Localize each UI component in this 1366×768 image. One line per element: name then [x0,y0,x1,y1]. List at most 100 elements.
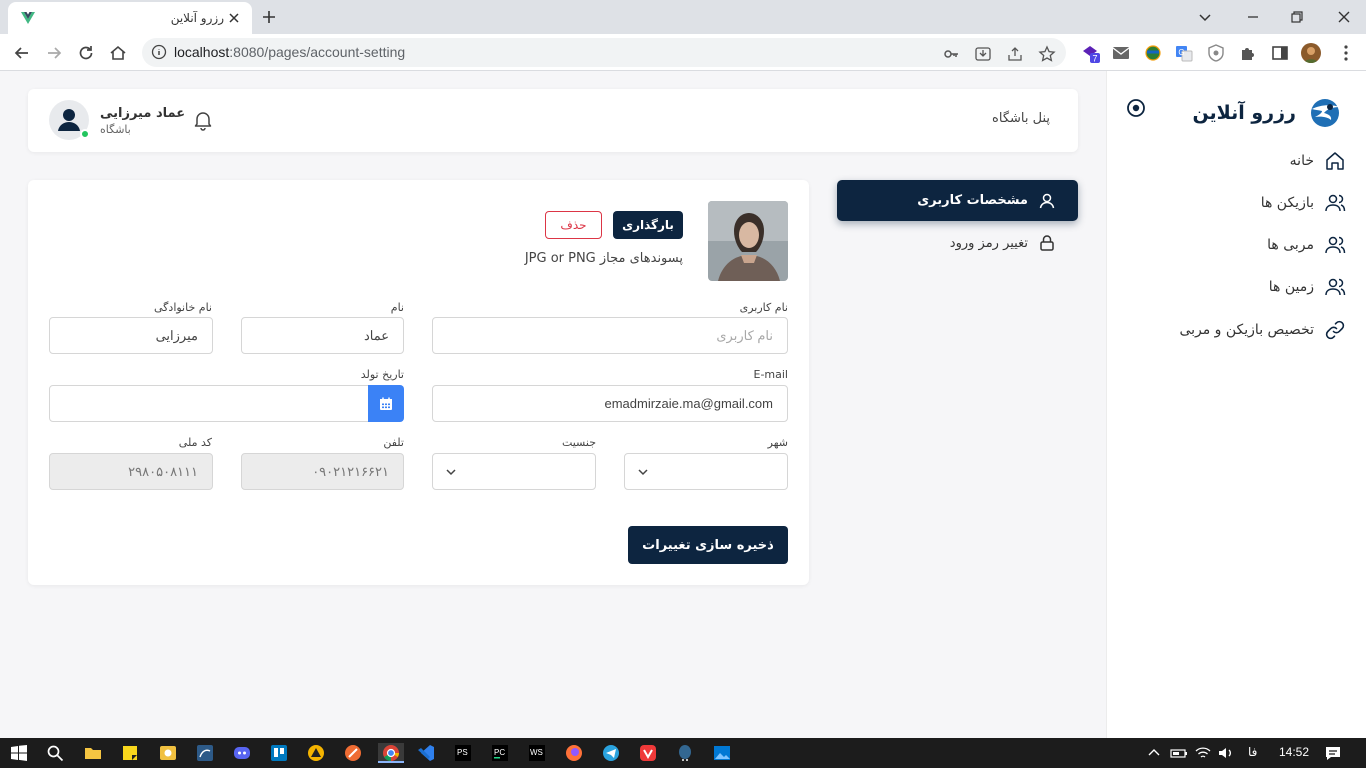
back-icon[interactable] [11,42,33,64]
city-select[interactable] [624,453,788,490]
key-icon[interactable] [942,45,960,63]
minimize-icon[interactable] [1242,6,1264,28]
trello-icon[interactable] [269,743,289,763]
calendar-button[interactable] [368,385,404,422]
warning-app-icon[interactable] [306,743,326,763]
profile-avatar-icon[interactable] [1301,43,1321,63]
home-browser-icon[interactable] [107,42,129,64]
phpstorm-icon[interactable]: PS [453,743,473,763]
share-icon[interactable] [1006,45,1024,63]
last-name-field[interactable]: میرزایی [49,317,213,354]
clock[interactable]: 14:52 [1272,745,1316,759]
restore-icon[interactable] [1286,6,1308,28]
menu-item-change-password[interactable]: تغییر رمز ورود [837,228,1078,258]
translate-icon[interactable]: G [1174,43,1194,63]
browser-tab-strip: رزرو آنلاین [0,0,1366,34]
url-text: localhost:8080/pages/account-setting [174,44,406,60]
brand-name: رزرو آنلاین [1192,102,1296,124]
media-player-icon[interactable] [158,743,178,763]
taskbar: PS PC WS فا 14:52 [0,738,1366,768]
bell-icon[interactable] [192,109,214,131]
vivaldi-icon[interactable] [638,743,658,763]
browser-menu-icon[interactable] [1336,43,1356,63]
browser-toolbar: localhost:8080/pages/account-setting 7 G [0,34,1366,71]
username-label: نام کاربری [739,301,788,314]
webstorm-icon[interactable]: WS [527,743,547,763]
photos-icon[interactable] [712,743,732,763]
username-field[interactable]: نام کاربری [432,317,788,354]
close-tab-icon[interactable] [226,10,242,26]
birth-date-field[interactable] [49,385,369,422]
postgres-icon[interactable] [675,743,695,763]
sidebar-item-home[interactable]: خانه [1290,146,1346,176]
globe-extension-icon[interactable] [1143,43,1163,63]
tab-search-icon[interactable] [1194,6,1216,28]
sidebar-item-coaches[interactable]: مربی ها [1267,230,1346,260]
chrome-icon[interactable] [378,743,404,763]
app-orange-icon[interactable] [343,743,363,763]
home-icon [1324,150,1346,172]
battery-icon[interactable] [1169,743,1189,763]
chevron-down-icon [637,466,649,478]
users-icon [1324,192,1346,214]
remove-photo-button[interactable]: حذف [545,211,602,239]
pycharm-icon[interactable]: PC [490,743,510,763]
account-form-card: بارگذاری حذف پسوندهای مجاز JPG or PNG نا… [28,180,809,585]
national-code-label: کد ملی [178,436,212,449]
sidebar-item-players[interactable]: بازیکن ها [1261,188,1346,218]
vue-favicon-icon [20,10,36,26]
sidebar-item-label: بازیکن ها [1260,195,1314,211]
telegram-icon[interactable] [601,743,621,763]
volume-icon[interactable] [1216,743,1236,763]
sidebar-item-assignment[interactable]: تخصیص بازیکن و مربی [1179,315,1346,345]
bookmark-star-icon[interactable] [1038,45,1056,63]
logo-icon [1308,97,1342,129]
gender-label: جنسیت [561,436,596,449]
site-info-icon[interactable] [151,44,167,60]
birth-date-label: تاریخ تولد [360,368,404,381]
side-panel-icon[interactable] [1270,43,1290,63]
chevron-down-icon [445,466,457,478]
sidebar-item-fields[interactable]: زمین ها [1269,272,1346,302]
menu-item-label: تغییر رمز ورود [949,235,1028,251]
address-bar[interactable]: localhost:8080/pages/account-setting [142,38,1066,67]
email-field[interactable]: emadmirzaie.ma@gmail.com [432,385,788,422]
reload-icon[interactable] [75,42,97,64]
sidebar-toggle-icon[interactable] [1126,98,1146,118]
gender-select[interactable] [432,453,596,490]
extension-badge-icon[interactable]: 7 [1080,43,1100,63]
upload-button[interactable]: بارگذاری [613,211,683,239]
file-explorer-icon[interactable] [83,743,103,763]
avatar[interactable] [49,100,90,140]
firefox-icon[interactable] [564,743,584,763]
tray-chevron-icon[interactable] [1144,743,1164,763]
brand[interactable]: رزرو آنلاین [1192,97,1342,129]
menu-item-profile[interactable]: مشخصات کاربری [837,180,1078,221]
last-name-label: نام خانوادگی [154,301,212,314]
new-tab-icon[interactable] [258,6,280,28]
calendar-icon [378,396,394,412]
mysql-workbench-icon[interactable] [195,743,215,763]
page-title: پنل باشگاه [992,111,1050,126]
mail-icon[interactable] [1111,43,1131,63]
vscode-icon[interactable] [416,743,436,763]
discord-icon[interactable] [232,743,252,763]
first-name-field[interactable]: عماد [241,317,404,354]
phone-label: تلفن [383,436,404,449]
notifications-icon[interactable] [1323,743,1343,763]
first-name-label: نام [390,301,404,314]
svg-text:7: 7 [1092,54,1097,64]
forward-icon[interactable] [43,42,65,64]
shield-extension-icon[interactable] [1206,43,1226,63]
browser-tab[interactable]: رزرو آنلاین [8,2,252,34]
sticky-notes-icon[interactable] [120,743,140,763]
save-changes-button[interactable]: ذخیره سازی تغییرات [628,526,788,564]
close-window-icon[interactable] [1333,6,1355,28]
search-icon[interactable] [45,743,65,763]
language-indicator[interactable]: فا [1248,745,1257,759]
lock-icon [1038,234,1056,252]
install-app-icon[interactable] [974,45,992,63]
puzzle-icon[interactable] [1238,43,1258,63]
windows-start-icon[interactable] [9,743,29,763]
wifi-icon[interactable] [1193,743,1213,763]
